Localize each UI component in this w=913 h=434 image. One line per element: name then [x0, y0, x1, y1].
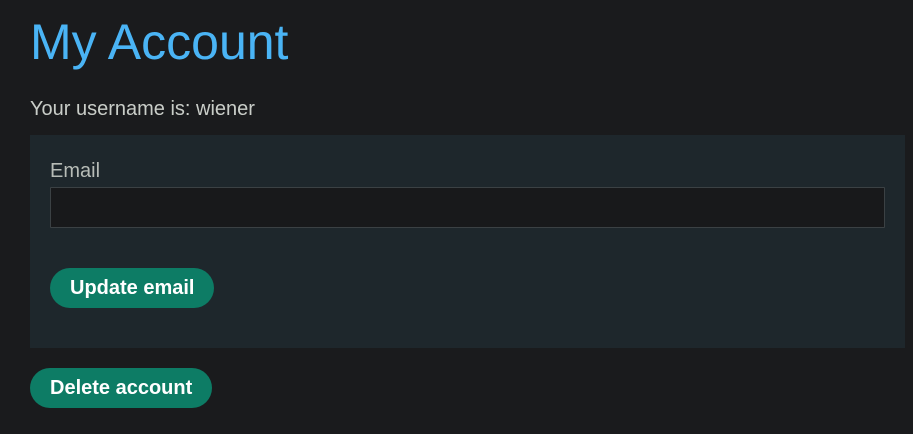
account-page: My Account Your username is: wiener Emai…	[0, 0, 913, 434]
page-title: My Account	[30, 14, 289, 70]
update-email-button[interactable]: Update email	[50, 268, 214, 308]
email-field[interactable]	[50, 187, 885, 228]
change-email-form: Email Update email	[30, 135, 905, 348]
username-text: Your username is: wiener	[30, 98, 255, 120]
delete-account-button[interactable]: Delete account	[30, 368, 212, 408]
email-label: Email	[50, 160, 101, 182]
